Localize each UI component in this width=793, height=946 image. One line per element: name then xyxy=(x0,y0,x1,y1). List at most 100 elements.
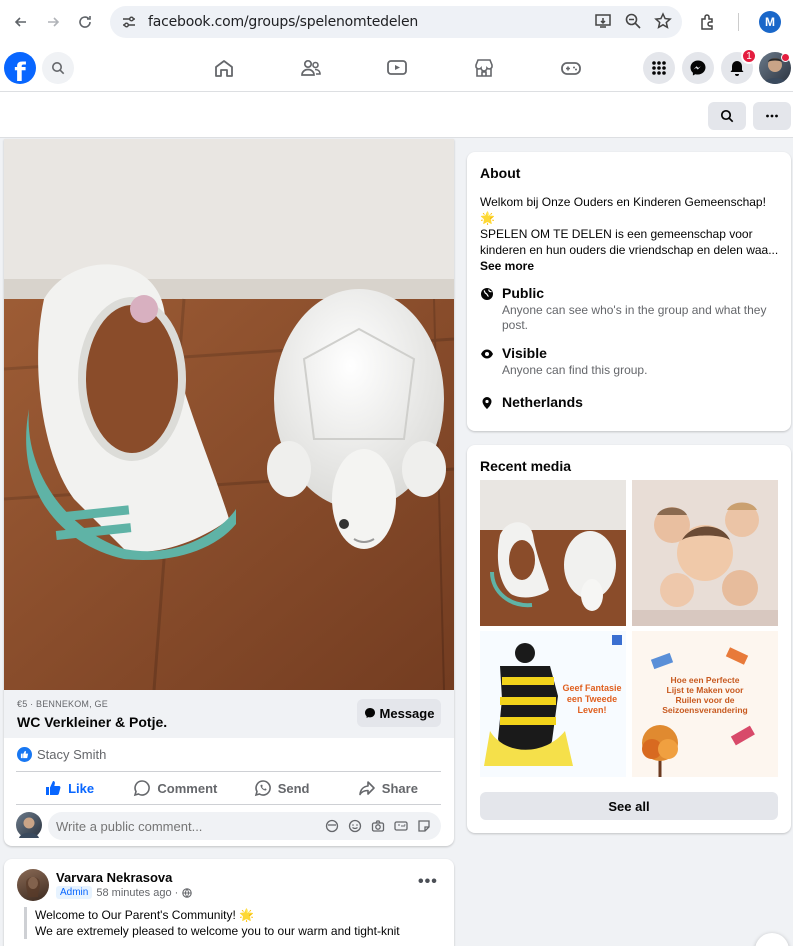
reload-icon[interactable] xyxy=(74,11,96,33)
reactor-name: Stacy Smith xyxy=(37,747,107,762)
location-name[interactable]: Netherlands xyxy=(502,394,583,410)
menu-grid-button[interactable] xyxy=(643,52,675,84)
search-icon xyxy=(52,62,65,75)
notification-badge: 1 xyxy=(741,48,757,64)
back-arrow-icon[interactable] xyxy=(10,11,32,33)
facebook-top-nav: f 1 xyxy=(0,44,793,92)
extensions-icon[interactable] xyxy=(698,12,718,32)
listing-title[interactable]: WC Verkleiner & Potje. xyxy=(17,714,167,730)
group-post: Varvara Nekrasova Admin 58 minutes ago ·… xyxy=(4,859,454,946)
home-icon[interactable] xyxy=(212,56,236,80)
visibility-subtitle: Anyone can find this group. xyxy=(502,363,648,377)
author-name[interactable]: Varvara Nekrasova xyxy=(56,870,172,885)
media-thumbnail[interactable] xyxy=(632,480,778,626)
about-desc-line: 🌟 xyxy=(480,211,495,225)
zoom-icon[interactable] xyxy=(624,12,642,30)
globe-icon xyxy=(481,288,493,300)
fb-search-button[interactable] xyxy=(42,52,74,84)
listing-photo[interactable] xyxy=(4,139,454,690)
messenger-button[interactable] xyxy=(682,52,714,84)
message-seller-button[interactable]: Message xyxy=(357,699,441,727)
forward-arrow-icon[interactable] xyxy=(42,11,64,33)
messenger-icon xyxy=(364,708,375,718)
reaction-summary[interactable]: Stacy Smith xyxy=(17,747,106,762)
thumbs-up-icon xyxy=(46,781,61,795)
group-header-strip xyxy=(0,92,793,138)
group-search-button[interactable] xyxy=(708,102,746,130)
listing-info: €5 · BENNEKOM, GE WC Verkleiner & Potje.… xyxy=(4,690,454,738)
logo-letter: f xyxy=(14,58,26,84)
messenger-icon xyxy=(690,60,706,76)
eye-icon xyxy=(481,349,493,359)
visibility-title: Visible xyxy=(502,345,547,361)
privacy-subtitle: Anyone can see who's in the group and wh… xyxy=(502,303,767,332)
more-icon xyxy=(766,114,778,118)
author-avatar[interactable] xyxy=(17,869,49,901)
url-text[interactable]: facebook.com/groups/spelenomtedelen xyxy=(148,14,418,30)
share-icon xyxy=(358,781,375,796)
post-options-button[interactable]: ••• xyxy=(418,873,438,891)
install-app-icon[interactable] xyxy=(594,12,612,30)
location-pin-icon xyxy=(482,397,492,409)
about-desc-line: kinderen en hun ouders die vriendschap e… xyxy=(480,243,779,257)
browser-toolbar: facebook.com/groups/spelenomtedelen M xyxy=(0,0,793,44)
friends-icon[interactable] xyxy=(299,56,323,80)
post-body-line: Welcome to Our Parent's Community! 🌟 xyxy=(35,908,255,922)
marketplace-icon[interactable] xyxy=(472,56,496,80)
privacy-title: Public xyxy=(502,285,545,301)
camera-icon[interactable] xyxy=(371,819,385,833)
globe-icon xyxy=(182,887,193,898)
address-bar[interactable]: facebook.com/groups/spelenomtedelen xyxy=(110,6,682,38)
account-status-dot xyxy=(781,53,790,62)
about-title: About xyxy=(480,165,521,181)
sticker-icon[interactable] xyxy=(417,819,431,833)
comment-label: Comment xyxy=(157,780,218,796)
about-card: About Welkom bij Onze Ouders en Kinderen… xyxy=(467,152,791,431)
about-desc-line: SPELEN OM TE DELEN is een gemeenschap vo… xyxy=(480,227,753,241)
site-settings-icon[interactable] xyxy=(120,13,138,31)
admin-badge: Admin xyxy=(56,886,93,899)
about-description: Welkom bij Onze Ouders en Kinderen Gemee… xyxy=(480,194,780,258)
video-icon[interactable] xyxy=(385,56,409,80)
comment-composer xyxy=(16,812,441,840)
menu-grid-icon xyxy=(652,61,666,75)
marketplace-post: €5 · BENNEKOM, GE WC Verkleiner & Potje.… xyxy=(4,139,454,846)
about-desc-line: Welkom bij Onze Ouders en Kinderen Gemee… xyxy=(480,195,766,209)
facebook-logo[interactable]: f xyxy=(4,52,36,84)
gif-icon[interactable] xyxy=(394,819,408,833)
comment-button[interactable]: Comment xyxy=(122,772,228,804)
recent-media-card: Recent media Geef Fantasie een Tweede Le… xyxy=(467,445,791,833)
emoji-icon[interactable] xyxy=(348,819,362,833)
toolbar-divider xyxy=(738,13,739,31)
like-reaction-icon xyxy=(17,747,32,762)
see-all-button[interactable]: See all xyxy=(480,792,778,820)
gaming-icon[interactable] xyxy=(559,56,583,80)
share-label: Share xyxy=(381,780,418,796)
send-button[interactable]: Send xyxy=(229,772,335,804)
post-actions: Like Comment Send Share xyxy=(16,771,441,805)
star-icon[interactable] xyxy=(654,12,672,30)
post-body: Welcome to Our Parent's Community! 🌟 We … xyxy=(24,907,444,939)
notifications-button[interactable]: 1 xyxy=(721,48,757,84)
post-meta: Admin 58 minutes ago · xyxy=(56,886,193,899)
message-label: Message xyxy=(379,705,435,721)
avatar-sticker-icon[interactable] xyxy=(325,819,339,833)
browser-profile-avatar[interactable]: M xyxy=(759,11,781,33)
post-time[interactable]: 58 minutes ago · xyxy=(96,887,178,899)
like-button[interactable]: Like xyxy=(16,772,122,804)
listing-price-location: €5 · BENNEKOM, GE xyxy=(17,699,108,709)
media-thumbnail[interactable]: Hoe een Perfecte Lijst te Maken voor Ruile… xyxy=(632,631,778,777)
post-body-line: We are extremely pleased to welcome you … xyxy=(35,924,400,938)
see-more-link[interactable]: See more xyxy=(480,259,534,273)
share-button[interactable]: Share xyxy=(335,772,441,804)
whatsapp-icon xyxy=(254,780,271,797)
recent-media-title: Recent media xyxy=(480,458,572,474)
scroll-button[interactable] xyxy=(755,933,789,946)
comment-icon xyxy=(134,780,151,797)
media-thumbnail[interactable] xyxy=(480,480,626,626)
commenter-avatar[interactable] xyxy=(16,812,42,838)
send-label: Send xyxy=(277,780,310,796)
media-thumbnail[interactable]: Geef Fantasie een Tweede Leven! xyxy=(480,631,626,777)
like-label: Like xyxy=(68,780,95,796)
group-more-button[interactable] xyxy=(753,102,791,130)
